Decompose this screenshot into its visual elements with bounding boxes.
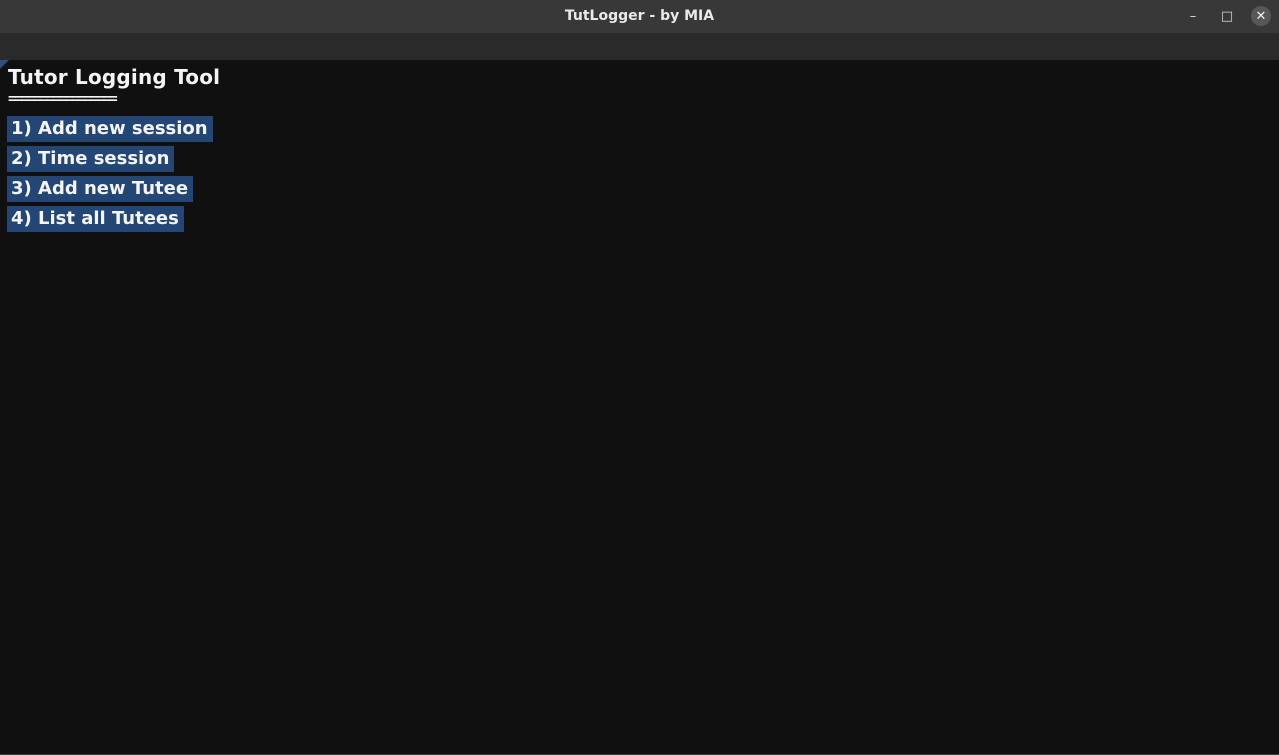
minimize-button[interactable]: –	[1183, 6, 1203, 26]
maximize-button[interactable]: □	[1217, 6, 1237, 26]
title-bar[interactable]: TutLogger - by MIA – □ ✕	[0, 0, 1279, 33]
page-title: Tutor Logging Tool	[8, 65, 221, 89]
menu-item-list-all-tutees[interactable]: 4) List all Tutees	[7, 206, 184, 232]
minimize-icon: –	[1189, 8, 1197, 24]
close-button[interactable]: ✕	[1251, 6, 1271, 26]
menu-item-time-session[interactable]: 2) Time session	[7, 146, 175, 172]
menu-bar	[0, 33, 1279, 60]
window-title: TutLogger - by MIA	[564, 8, 715, 24]
close-icon: ✕	[1255, 8, 1267, 24]
menu-item-add-new-session[interactable]: 1) Add new session	[7, 116, 213, 142]
app-window: TutLogger - by MIA – □ ✕ Tutor Logging T…	[0, 0, 1279, 755]
menu-item-add-new-tutee[interactable]: 3) Add new Tutee	[7, 176, 194, 202]
terminal-content: Tutor Logging Tool ================= 1) …	[0, 60, 1279, 754]
maximize-icon: □	[1220, 8, 1234, 24]
heading-divider: =================	[8, 91, 118, 107]
